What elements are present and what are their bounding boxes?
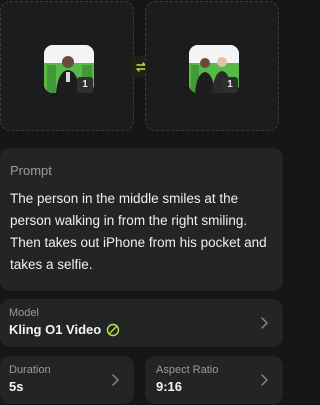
duration-selector[interactable]: Duration 5s (0, 356, 134, 404)
prompt-text[interactable]: The person in the middle smiles at the p… (10, 188, 273, 276)
model-value: Kling O1 Video (9, 322, 102, 337)
duration-label: Duration (9, 364, 51, 376)
model-label: Model (9, 307, 39, 319)
prompt-card[interactable]: Prompt The person in the middle smiles a… (0, 148, 283, 291)
prompt-label: Prompt (10, 163, 52, 178)
aspect-ratio-label: Aspect Ratio (156, 364, 219, 376)
chevron-right-icon (112, 374, 119, 386)
kling-logo-icon (107, 323, 120, 336)
aspect-ratio-selector[interactable]: Aspect Ratio 9:16 (145, 356, 283, 404)
chevron-right-icon (261, 317, 268, 329)
chevron-right-icon (261, 374, 268, 386)
aspect-ratio-value: 9:16 (156, 379, 183, 394)
reference-image-slot-2[interactable]: 1 (145, 1, 279, 131)
duration-value: 5s (9, 379, 24, 394)
image-count-badge-2: 1 (222, 77, 238, 93)
model-selector[interactable]: Model Kling O1 Video (0, 299, 283, 347)
reference-image-slot-1[interactable]: 1 (0, 1, 134, 131)
image-count-badge-1: 1 (77, 77, 93, 93)
